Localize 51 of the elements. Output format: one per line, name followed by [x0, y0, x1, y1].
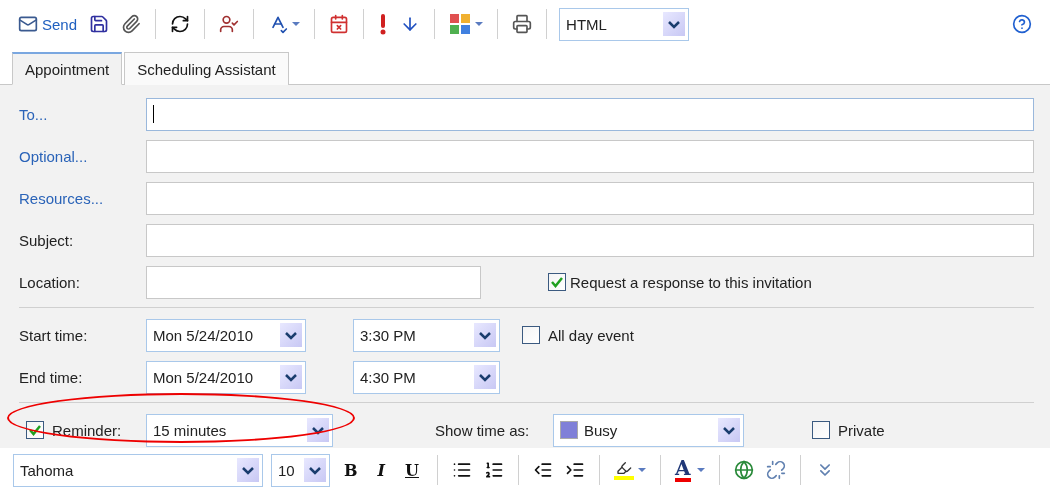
time-dropdown[interactable]: 4:30 PM: [353, 360, 500, 394]
checkbox-label: Request a response to this invitation: [570, 273, 812, 291]
chevron-down-icon: [280, 323, 302, 347]
field-link[interactable]: Optional...: [19, 147, 146, 165]
format-dropdown[interactable]: HTML: [559, 7, 690, 41]
checkbox[interactable]: [548, 273, 566, 291]
status-swatch-icon: [560, 421, 578, 439]
chevron-down-icon: [280, 365, 302, 389]
envelope-icon: [18, 14, 38, 34]
date-dropdown[interactable]: Mon 5/24/2010: [146, 360, 306, 394]
input-field[interactable]: [146, 181, 1034, 215]
font-color-button[interactable]: A: [672, 456, 707, 484]
input-field[interactable]: [146, 139, 1034, 173]
chevron-down-icon: [474, 365, 496, 389]
chevron-down-icon: [237, 458, 259, 482]
field-label: Start time:: [19, 326, 89, 344]
chevron-down-icon: [718, 418, 740, 442]
input-field[interactable]: [146, 265, 481, 299]
time-dropdown[interactable]: 3:30 PM: [353, 318, 500, 352]
highlighter-icon: [613, 460, 634, 480]
field-label: Location:: [19, 273, 81, 291]
checkbox[interactable]: [522, 326, 540, 344]
checkbox-label: Reminder:: [52, 421, 122, 439]
reminder-dropdown[interactable]: 15 minutes: [146, 413, 333, 447]
date-dropdown[interactable]: Mon 5/24/2010: [146, 318, 306, 352]
help-icon[interactable]: [1010, 12, 1034, 36]
field-label: Subject:: [19, 231, 75, 249]
checkbox[interactable]: [26, 421, 44, 439]
text-style-button[interactable]: U: [399, 458, 425, 482]
chevron-down-icon: [663, 12, 686, 36]
field-label: Show time as:: [435, 421, 531, 439]
color-grid-icon: [449, 13, 472, 35]
input-field[interactable]: [146, 97, 1034, 131]
input-field[interactable]: [146, 223, 1034, 257]
chevron-down-icon: [304, 458, 326, 482]
font-dropdown[interactable]: Tahoma: [13, 453, 263, 487]
text-style-button[interactable]: I: [371, 458, 391, 482]
field-link[interactable]: To...: [19, 105, 146, 123]
chevron-down-icon: [474, 323, 496, 347]
tab[interactable]: Appointment: [12, 52, 123, 85]
checkbox[interactable]: [812, 421, 830, 439]
chevron-down-icon: [307, 418, 329, 442]
checkbox-label: All day event: [548, 326, 634, 344]
checkbox-label: Private: [838, 421, 885, 439]
tab[interactable]: Scheduling Assistant: [124, 52, 289, 85]
font-size-dropdown[interactable]: 10: [271, 453, 330, 487]
send-button[interactable]: Send: [16, 12, 80, 36]
field-link[interactable]: Resources...: [19, 189, 146, 207]
text-style-button[interactable]: B: [338, 458, 364, 482]
show-time-as-dropdown[interactable]: Busy: [553, 413, 744, 447]
field-label: End time:: [19, 368, 84, 386]
